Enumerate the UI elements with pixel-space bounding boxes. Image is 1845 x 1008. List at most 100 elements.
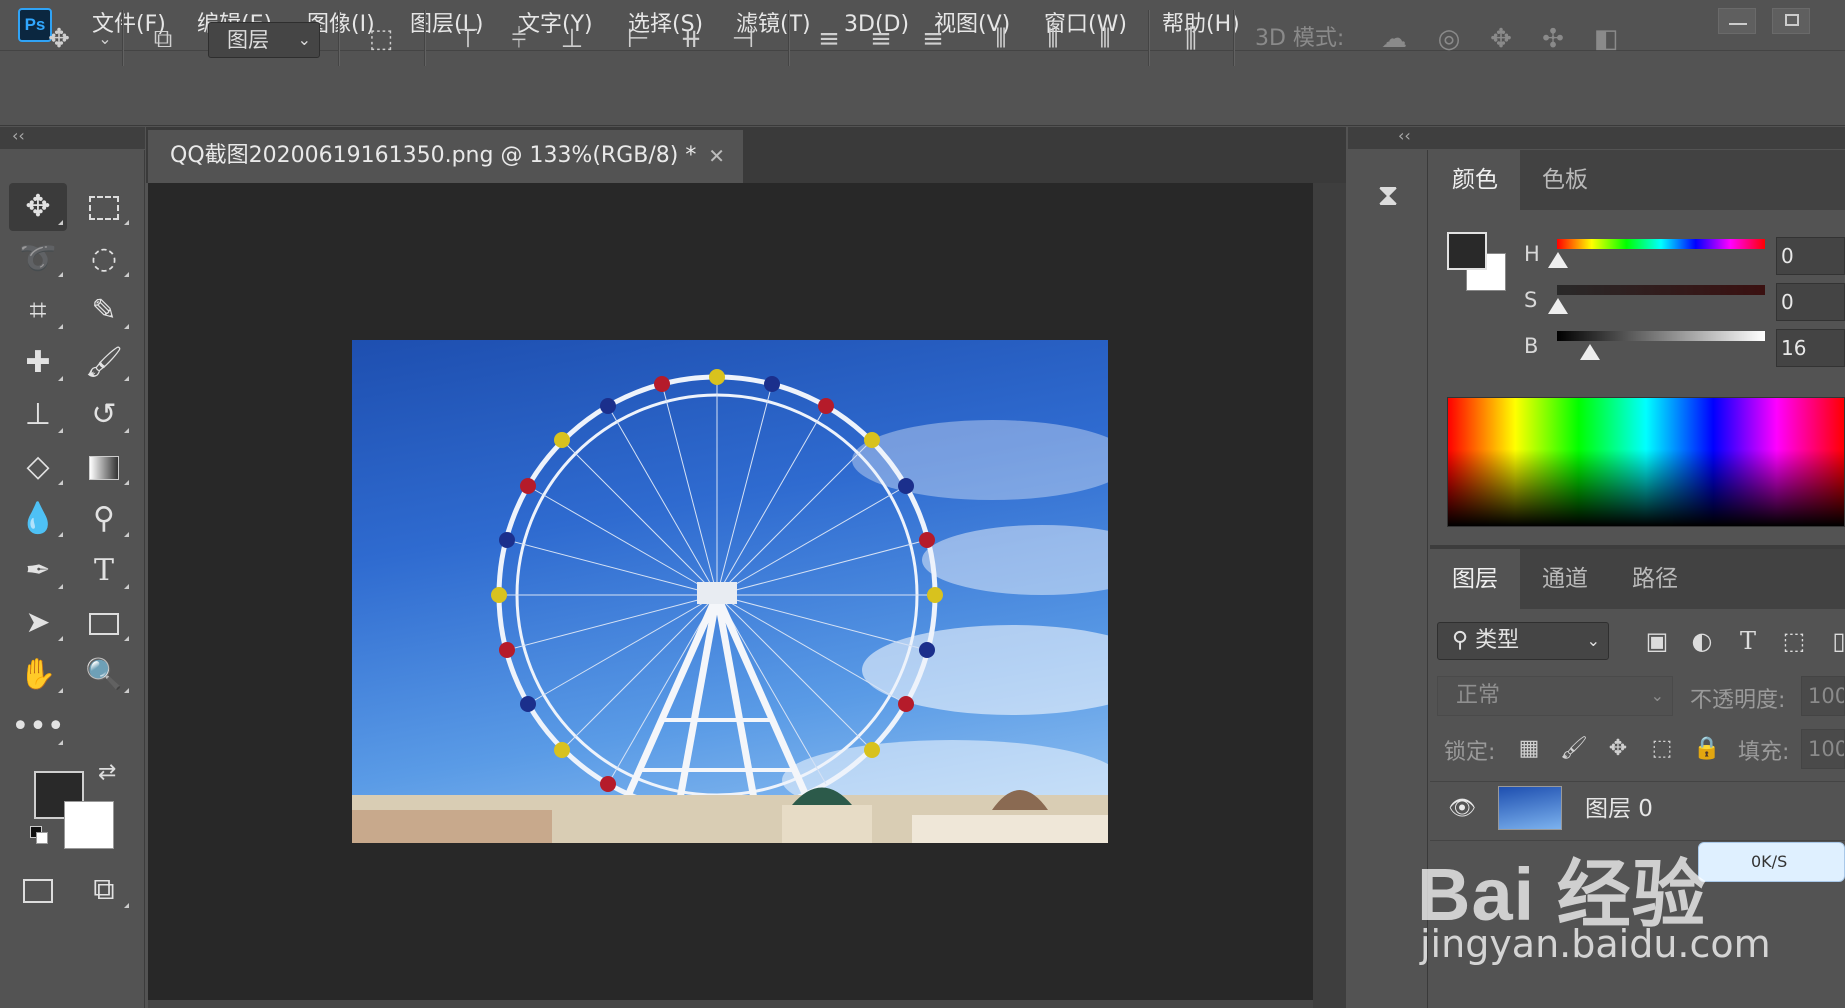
filter-smart-object-icon[interactable]: ▯ [1822, 624, 1845, 658]
layer-thumbnail[interactable] [1498, 786, 1562, 830]
brightness-slider[interactable] [1557, 331, 1765, 341]
gradient-tool-icon[interactable] [75, 443, 133, 491]
tool-preset-chevron-icon[interactable]: ⌄ [88, 22, 122, 56]
lock-transparent-pixels-icon[interactable]: ▦ [1512, 732, 1546, 766]
saturation-slider[interactable] [1557, 285, 1765, 295]
brightness-input[interactable]: 16 [1776, 329, 1845, 367]
3d-roll-icon[interactable]: ◎ [1432, 22, 1466, 56]
brush-tool-icon[interactable]: 🖌 [75, 339, 133, 387]
3d-pan-icon[interactable]: ✥ [1484, 22, 1518, 56]
fill-input[interactable]: 100% [1801, 729, 1845, 769]
3d-scale-icon[interactable]: ◧ [1589, 22, 1623, 56]
vertical-scrollbar[interactable] [1313, 183, 1346, 1008]
auto-align-layers-icon[interactable]: ⫼ [1174, 22, 1208, 56]
3d-slide-icon[interactable]: ✣ [1536, 22, 1570, 56]
blend-mode-dropdown[interactable]: 正常 ⌄ [1437, 676, 1673, 716]
move-tool-icon[interactable]: ✥ [9, 183, 67, 231]
distribute-right-icon[interactable]: ⫴ [1088, 22, 1122, 56]
default-colors-icon[interactable] [30, 826, 50, 846]
lasso-tool-icon[interactable]: ➰ [9, 235, 67, 283]
crop-tool-icon[interactable]: ⌗ [9, 287, 67, 335]
rectangle-tool-icon[interactable] [75, 599, 133, 647]
align-top-icon[interactable]: ⊤ [451, 22, 485, 56]
close-icon[interactable]: ✕ [708, 130, 725, 182]
lock-image-pixels-icon[interactable]: 🖌 [1557, 732, 1591, 766]
3d-orbit-icon[interactable]: ☁ [1377, 22, 1411, 56]
hue-slider[interactable] [1557, 239, 1765, 249]
blend-mode-value: 正常 [1456, 683, 1501, 708]
saturation-input[interactable]: 0 [1776, 283, 1845, 321]
toolbar-collapse-button[interactable]: ‹‹ [0, 127, 145, 149]
move-tool-icon[interactable]: ✥ [42, 22, 76, 56]
ferris-wheel-illustration [352, 369, 1108, 843]
distribute-bottom-icon[interactable]: ≡ [916, 22, 950, 56]
panels-collapse-button[interactable]: ‹‹ [1348, 127, 1845, 149]
type-tool-icon[interactable]: T [75, 547, 133, 595]
restore-button[interactable] [1772, 8, 1810, 34]
blur-tool-icon[interactable]: 💧 [9, 495, 67, 543]
filter-shape-layer-icon[interactable]: ⬚ [1777, 624, 1811, 658]
tab-channels[interactable]: 通道 [1520, 549, 1610, 609]
screen-mode-icon[interactable]: ⧉ [75, 866, 133, 914]
ferris-wheel-photo[interactable] [352, 340, 1108, 843]
distribute-vertical-center-icon[interactable]: ≡ [864, 22, 898, 56]
panel-foreground-swatch[interactable] [1447, 232, 1487, 270]
brightness-label: B [1524, 334, 1539, 358]
align-horizontal-center-icon[interactable]: ⧺ [674, 22, 708, 56]
pen-tool-icon[interactable]: ✒ [9, 547, 67, 595]
tab-color[interactable]: 颜色 [1430, 150, 1520, 210]
document-tab[interactable]: QQ截图20200619161350.png @ 133%(RGB/8) * ✕ [148, 130, 743, 183]
history-brush-tool-icon[interactable]: ↺ [75, 391, 133, 439]
align-right-icon[interactable]: ⊣ [726, 22, 760, 56]
filter-type-layer-icon[interactable]: T [1731, 624, 1765, 658]
quick-mask-icon[interactable] [9, 866, 67, 914]
minimize-button[interactable] [1718, 8, 1756, 34]
brightness-slider-thumb[interactable] [1580, 344, 1600, 360]
eyedropper-tool-icon[interactable]: ✎ [75, 287, 133, 335]
align-vertical-center-icon[interactable]: ⫩ [502, 22, 536, 56]
eye-icon[interactable]: 👁 [1446, 793, 1478, 825]
path-selection-tool-icon[interactable]: ➤ [9, 599, 67, 647]
hue-slider-thumb[interactable] [1548, 252, 1568, 268]
divider [1148, 10, 1150, 66]
layer-name[interactable]: 图层 0 [1585, 793, 1653, 825]
auto-select-layers-icon[interactable]: ⧉ [146, 22, 180, 56]
color-spectrum[interactable] [1447, 397, 1845, 527]
opacity-label: 不透明度: [1690, 688, 1786, 713]
tab-paths[interactable]: 路径 [1610, 549, 1700, 609]
eraser-tool-icon[interactable]: ◇ [9, 443, 67, 491]
quick-selection-tool-icon[interactable]: ◌ [75, 235, 133, 283]
lock-artboard-icon[interactable]: ⬚ [1645, 732, 1679, 766]
auto-select-target-dropdown[interactable]: 图层 ⌄ [208, 22, 320, 58]
background-color-swatch[interactable] [64, 801, 114, 849]
lock-all-icon[interactable]: 🔒 [1690, 732, 1724, 766]
distribute-horizontal-center-icon[interactable]: ⫴ [1036, 22, 1070, 56]
dodge-tool-icon[interactable]: ⚲ [75, 495, 133, 543]
more-tools-icon[interactable]: ••• [9, 703, 67, 751]
baidu-watermark-url: jingyan.baidu.com [1420, 922, 1771, 966]
lock-position-icon[interactable]: ✥ [1601, 732, 1635, 766]
search-icon: ⚲ [1452, 628, 1476, 653]
align-left-icon[interactable]: ⊢ [621, 22, 655, 56]
hue-input[interactable]: 0 [1776, 237, 1845, 275]
zoom-tool-icon[interactable]: 🔍 [75, 651, 133, 699]
transform-controls-icon[interactable]: ⬚ [364, 22, 398, 56]
tab-swatches[interactable]: 色板 [1520, 150, 1610, 210]
layer-filter-dropdown[interactable]: ⚲ 类型 ⌄ [1437, 622, 1609, 660]
filter-pixel-layer-icon[interactable]: ▣ [1640, 624, 1674, 658]
marquee-tool-icon[interactable] [75, 183, 133, 231]
filter-adjustment-layer-icon[interactable]: ◐ [1685, 624, 1719, 658]
history-panel-icon[interactable]: ⧗ [1368, 172, 1408, 220]
hand-tool-icon[interactable]: ✋ [9, 651, 67, 699]
network-speed-badge: 0K/S [1698, 842, 1845, 882]
swap-colors-icon[interactable]: ⇄ [98, 760, 116, 785]
options-bar [0, 50, 1845, 126]
align-bottom-icon[interactable]: ⊥ [555, 22, 589, 56]
clone-stamp-tool-icon[interactable]: ⊥ [9, 391, 67, 439]
healing-brush-tool-icon[interactable]: ✚ [9, 339, 67, 387]
distribute-left-icon[interactable]: ⫴ [984, 22, 1018, 56]
opacity-input[interactable]: 100% [1801, 676, 1845, 716]
tab-layers[interactable]: 图层 [1430, 549, 1520, 609]
saturation-slider-thumb[interactable] [1548, 298, 1568, 314]
distribute-top-icon[interactable]: ≡ [812, 22, 846, 56]
